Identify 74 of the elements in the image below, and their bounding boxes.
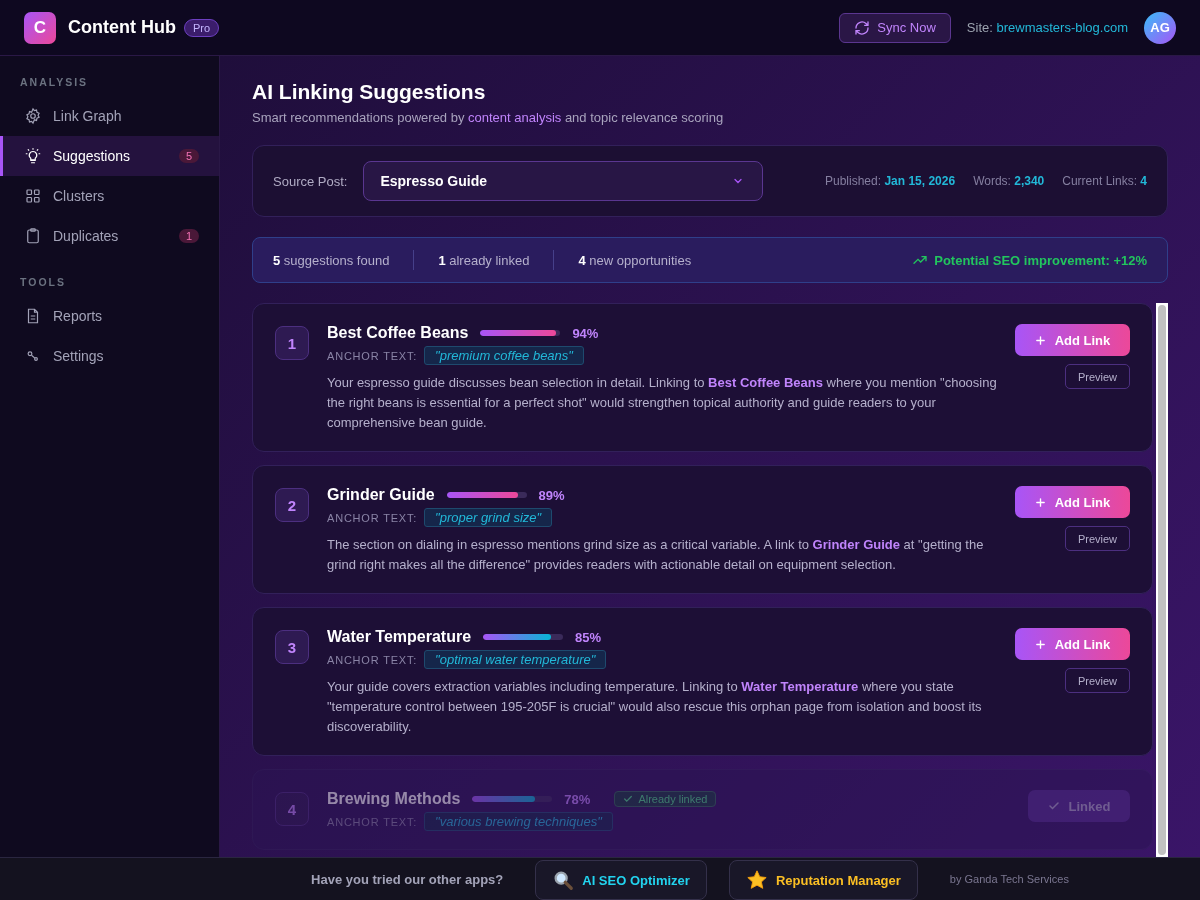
rank-number: 4 bbox=[275, 792, 309, 826]
sidebar-item[interactable]: Suggestions 5 bbox=[0, 136, 219, 176]
anchor-label: ANCHOR TEXT: bbox=[327, 653, 418, 666]
suggestion-description: Your guide covers extraction variables including temperature. Linking to Water Temperature where you state "temperature control between 195-205F is crucial" would also rescue this orphan page from isolation and boost its discoverability. bbox=[327, 678, 983, 736]
lightbulb-icon bbox=[24, 147, 42, 165]
relevance-score: 78% bbox=[564, 791, 591, 807]
post-meta: Words: 2,340 bbox=[973, 174, 1045, 188]
preview-button[interactable]: Preview bbox=[1064, 364, 1130, 389]
check-icon bbox=[1047, 800, 1060, 812]
plus-icon bbox=[1034, 334, 1046, 346]
section-heading: TOOLS bbox=[19, 276, 67, 288]
anchor-label: ANCHOR TEXT: bbox=[327, 511, 418, 524]
plus-icon bbox=[1034, 638, 1046, 650]
section-heading: ANALYSIS bbox=[19, 76, 90, 88]
summary-stat: 1 already linked bbox=[438, 252, 530, 268]
preview-button[interactable]: Preview bbox=[1064, 526, 1130, 551]
relevance-score: 94% bbox=[572, 325, 599, 341]
suggestion-title: Grinder Guide bbox=[327, 486, 435, 504]
seo-improvement: Potential SEO improvement: +12% bbox=[934, 252, 1147, 268]
preview-button[interactable]: Preview bbox=[1064, 668, 1130, 693]
summary-stat: 5 suggestions found bbox=[273, 252, 390, 268]
page-subtitle: Smart recommendations powered by content analysis and topic relevance scoring bbox=[252, 110, 725, 125]
site-label: Site: bbox=[966, 20, 993, 35]
suggestion-description: The section on dialing in espresso mentions grind size as a critical variable. A link to Grinder Guide at "getting the grind right makes all the difference" provides readers with actionable detail on equipment selection. bbox=[327, 536, 985, 574]
anchor-text: "various brewing techniques" bbox=[424, 812, 613, 831]
status-badge: Already linked bbox=[614, 791, 717, 807]
post-meta: Published: Jan 15, 2026 bbox=[825, 174, 956, 188]
summary-stat: 4 new opportunities bbox=[578, 252, 692, 268]
sidebar-item[interactable]: Settings bbox=[0, 336, 219, 376]
count-badge: 1 bbox=[178, 229, 199, 243]
star-icon bbox=[745, 869, 768, 891]
add-link-button[interactable]: Add Link bbox=[1015, 324, 1130, 356]
anchor-label: ANCHOR TEXT: bbox=[327, 815, 418, 828]
post-meta: Current Links: 4 bbox=[1062, 174, 1147, 188]
anchor-text: "premium coffee beans" bbox=[424, 346, 584, 365]
grid-icon bbox=[24, 187, 42, 205]
suggestion-description: Your espresso guide discusses bean selection in detail. Linking to Best Coffee Beans where you mention "choosing the right beans is essential for a perfect shot" would strengthen topical authority and guide readers to your comprehensive bean guide. bbox=[327, 374, 997, 432]
add-link-button[interactable]: Add Link bbox=[1015, 628, 1130, 660]
relevance-score: 89% bbox=[538, 487, 565, 503]
gear-icon bbox=[24, 107, 42, 125]
footer-prompt: Have you tried our other apps? bbox=[311, 871, 504, 887]
source-label: Source Post: bbox=[273, 173, 348, 189]
suggestion-title: Water Temperature bbox=[327, 628, 472, 646]
source-dropdown[interactable]: Espresso Guide bbox=[363, 161, 764, 201]
site-link[interactable]: brewmasters-blog.com bbox=[996, 20, 1128, 35]
app-name: Content Hub bbox=[68, 17, 176, 38]
page-title: AI Linking Suggestions bbox=[252, 80, 487, 104]
suggestion-title: Brewing Methods bbox=[327, 790, 461, 808]
sync-button[interactable]: Sync Now bbox=[839, 12, 951, 43]
sidebar-item[interactable]: Duplicates 1 bbox=[0, 216, 219, 256]
anchor-label: ANCHOR TEXT: bbox=[327, 349, 418, 362]
rank-number: 2 bbox=[275, 488, 309, 522]
refresh-icon bbox=[854, 19, 871, 36]
clipboard-icon bbox=[24, 227, 42, 245]
footer-credit: by Ganda Tech Services bbox=[949, 873, 1069, 885]
magnifier-icon bbox=[552, 869, 575, 891]
count-badge: 5 bbox=[178, 149, 199, 163]
plan-badge: Pro bbox=[184, 18, 220, 37]
add-link-button[interactable]: Add Link bbox=[1015, 486, 1130, 518]
app-logo: C bbox=[24, 11, 56, 44]
relevance-score: 85% bbox=[575, 629, 602, 645]
sidebar-item[interactable]: Clusters bbox=[0, 176, 219, 216]
plus-icon bbox=[1034, 496, 1046, 508]
suggestion-title: Best Coffee Beans bbox=[327, 324, 469, 342]
app-promo-button[interactable]: AI SEO Optimizer bbox=[535, 860, 707, 900]
anchor-text: "proper grind size" bbox=[424, 508, 553, 527]
sidebar-item[interactable]: Reports bbox=[0, 296, 219, 336]
anchor-text: "optimal water temperature" bbox=[424, 650, 607, 669]
sidebar-item[interactable]: Link Graph bbox=[0, 96, 219, 136]
app-promo-button[interactable]: Reputation Manager bbox=[728, 860, 918, 900]
rank-number: 3 bbox=[275, 630, 309, 664]
check-icon bbox=[623, 794, 634, 804]
rank-number: 1 bbox=[275, 326, 309, 360]
scrollbar-thumb[interactable] bbox=[1158, 305, 1166, 855]
